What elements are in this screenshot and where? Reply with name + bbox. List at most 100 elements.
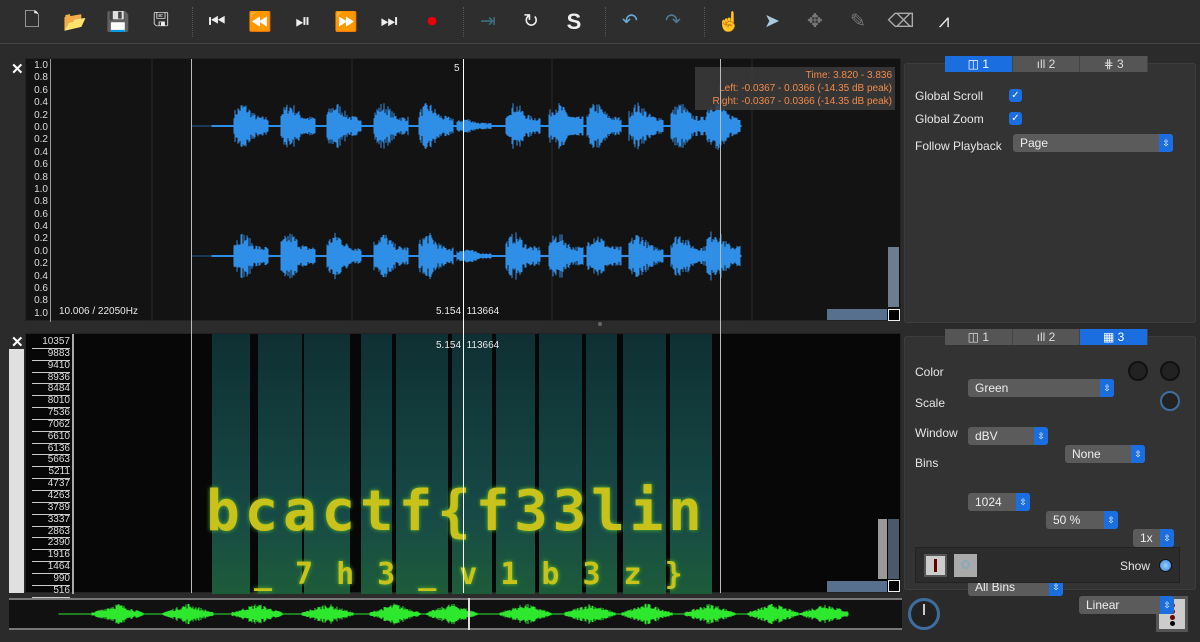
pane-splitter-handle[interactable] bbox=[598, 322, 602, 326]
color-select[interactable]: Green ⇳ bbox=[968, 379, 1114, 397]
scale-tick-label: 0.8 bbox=[34, 72, 48, 84]
chevron-updown-icon: ⇳ bbox=[1160, 596, 1174, 614]
overview-playhead[interactable] bbox=[468, 598, 470, 630]
tab-layer-1[interactable]: ◫ 1 bbox=[945, 56, 1013, 72]
move-button[interactable]: ✥ bbox=[797, 4, 833, 40]
play-pause-icon: ⏯ bbox=[295, 10, 311, 32]
save-button[interactable]: 💾 bbox=[100, 4, 136, 40]
erase-button[interactable]: ⌫ bbox=[883, 4, 919, 40]
frequency-tick-label: 7062 bbox=[32, 419, 70, 432]
frequency-tick-label: 6610 bbox=[32, 431, 70, 444]
ffwd-end-icon: ⏭ bbox=[380, 10, 398, 32]
open-folder-button[interactable]: 📂 bbox=[57, 4, 93, 40]
measure-compass-button[interactable]: ⩘ bbox=[926, 4, 962, 40]
playback-speed-dial[interactable] bbox=[908, 598, 940, 630]
move-icon: ✥ bbox=[807, 11, 823, 32]
tab-layer-2[interactable]: ıll 2 bbox=[1012, 56, 1081, 72]
tab-label: 3 bbox=[1117, 330, 1125, 344]
loop-button[interactable]: ↻ bbox=[513, 4, 549, 40]
scale-axis-line bbox=[50, 59, 51, 322]
reset-zoom-button[interactable] bbox=[888, 309, 900, 321]
ffwd-end-button[interactable]: ⏭ bbox=[371, 4, 407, 40]
tab-label: 1 bbox=[982, 57, 990, 71]
frequency-tick-label: 9883 bbox=[32, 348, 70, 361]
horizontal-zoom-thumbwheel[interactable] bbox=[827, 581, 887, 592]
erase-icon: ⌫ bbox=[887, 11, 915, 32]
time-readout: Time: 3.820 - 3.836 bbox=[805, 70, 892, 81]
global-zoom-checkbox[interactable]: ✓ bbox=[1009, 112, 1022, 125]
vertical-zoom-thumbwheel[interactable] bbox=[888, 247, 899, 307]
chevron-updown-icon: ⇳ bbox=[1104, 511, 1118, 529]
window-size-select[interactable]: 1024 ⇳ bbox=[968, 493, 1030, 511]
follow-playback-label: Follow Playback bbox=[915, 139, 1002, 153]
loop-icon: ↻ bbox=[523, 11, 539, 32]
undo-button[interactable]: ↶ bbox=[612, 4, 648, 40]
frequency-tick-label: 9410 bbox=[32, 360, 70, 373]
threshold-knob[interactable] bbox=[1160, 361, 1180, 381]
rewind-button[interactable]: ⏪ bbox=[242, 4, 278, 40]
frequency-scale-select[interactable]: Linear ⇳ bbox=[1079, 596, 1174, 614]
scale-select[interactable]: dBV ⇳ bbox=[968, 427, 1048, 445]
toolbar-separator bbox=[463, 6, 464, 37]
playhead[interactable] bbox=[463, 59, 464, 593]
tab-layer-1[interactable]: ◫ 1 bbox=[945, 329, 1013, 345]
oversampling-select[interactable]: 1x ⇳ bbox=[1133, 529, 1174, 547]
rewind-icon: ⏪ bbox=[248, 11, 272, 33]
speaker-icon bbox=[961, 560, 970, 569]
overview-bar[interactable] bbox=[9, 598, 902, 630]
tab-layer-3[interactable]: ▦ 3 bbox=[1080, 329, 1149, 345]
draw-pencil-icon: ✎ bbox=[850, 11, 866, 32]
play-selection-icon: ⇥ bbox=[480, 11, 496, 32]
color-rotation-knob[interactable] bbox=[1160, 391, 1180, 411]
color-label: Color bbox=[915, 365, 944, 379]
follow-playback-select[interactable]: Page ⇳ bbox=[1013, 134, 1173, 152]
frequency-tick-label: 990 bbox=[32, 573, 70, 586]
select-arrow-button[interactable]: ➤ bbox=[754, 4, 790, 40]
redo-button[interactable]: ↷ bbox=[655, 4, 691, 40]
global-scroll-label: Global Scroll bbox=[915, 89, 984, 103]
left-channel-readout: Left: -0.0367 - 0.0366 (-14.35 dB peak) bbox=[719, 83, 892, 94]
tab-layer-2[interactable]: ıll 2 bbox=[1012, 329, 1081, 345]
vertical-zoom-thumbwheel[interactable] bbox=[878, 519, 887, 579]
show-label: Show bbox=[1120, 559, 1151, 573]
layer-audio-icon[interactable] bbox=[954, 554, 977, 577]
show-layer-toggle[interactable] bbox=[1159, 559, 1172, 572]
play-selection-button[interactable]: ⇥ bbox=[470, 4, 506, 40]
window-label: Window bbox=[915, 426, 958, 440]
chevron-updown-icon: ⇳ bbox=[1159, 134, 1173, 152]
piano-keyboard-scale bbox=[9, 349, 24, 593]
fast-forward-button[interactable]: ⏩ bbox=[328, 4, 364, 40]
play-layer-button[interactable] bbox=[924, 554, 947, 577]
vertical-scroll-thumbwheel[interactable] bbox=[888, 519, 899, 579]
chevron-updown-icon: ⇳ bbox=[1034, 427, 1048, 445]
gain-knob[interactable] bbox=[1128, 361, 1148, 381]
save-as-button[interactable]: 🖫 bbox=[143, 4, 179, 40]
rewind-start-button[interactable]: ⏮ bbox=[199, 4, 235, 40]
chevron-updown-icon: ⇳ bbox=[1160, 529, 1174, 547]
record-button[interactable]: ⏺ bbox=[414, 4, 450, 40]
new-file-button[interactable]: 🗋 bbox=[14, 4, 50, 40]
close-waveform-pane-icon[interactable]: ✕ bbox=[11, 60, 24, 78]
select-value: Green bbox=[975, 381, 1009, 395]
spectrogram-band bbox=[361, 334, 392, 594]
waveform-scale: 1.0 0.8 0.6 0.4 0.2 0.0 0.2 0.4 0.6 0.8 1.0 0.8 0.6 0… bbox=[28, 60, 48, 321]
navigate-hand-button[interactable]: ☝ bbox=[711, 4, 747, 40]
tab-label: 2 bbox=[1048, 57, 1056, 71]
play-pause-button[interactable]: ⏯ bbox=[285, 4, 321, 40]
spectrogram-band bbox=[539, 334, 582, 594]
global-scroll-checkbox[interactable]: ✓ bbox=[1009, 89, 1022, 102]
marker-label: 5 bbox=[454, 63, 460, 74]
horizontal-zoom-thumbwheel[interactable] bbox=[827, 309, 887, 320]
rewind-start-icon: ⏮ bbox=[208, 10, 226, 32]
solo-button[interactable]: S bbox=[556, 4, 592, 40]
redo-icon: ↷ bbox=[665, 11, 681, 32]
tab-layer-3[interactable]: ⋕ 3 bbox=[1080, 56, 1149, 72]
reset-zoom-button[interactable] bbox=[888, 580, 900, 592]
spectrogram-display: bcactf{f33lin _7h3_v1b3z} bbox=[192, 334, 722, 594]
dial-pointer bbox=[923, 604, 925, 615]
scale-tick-label: 0.8 bbox=[34, 196, 48, 208]
window-overlap-select[interactable]: 50 % ⇳ bbox=[1046, 511, 1118, 529]
select-value: 1x bbox=[1140, 531, 1153, 545]
normalization-select[interactable]: None ⇳ bbox=[1065, 445, 1145, 463]
draw-pencil-button[interactable]: ✎ bbox=[840, 4, 876, 40]
